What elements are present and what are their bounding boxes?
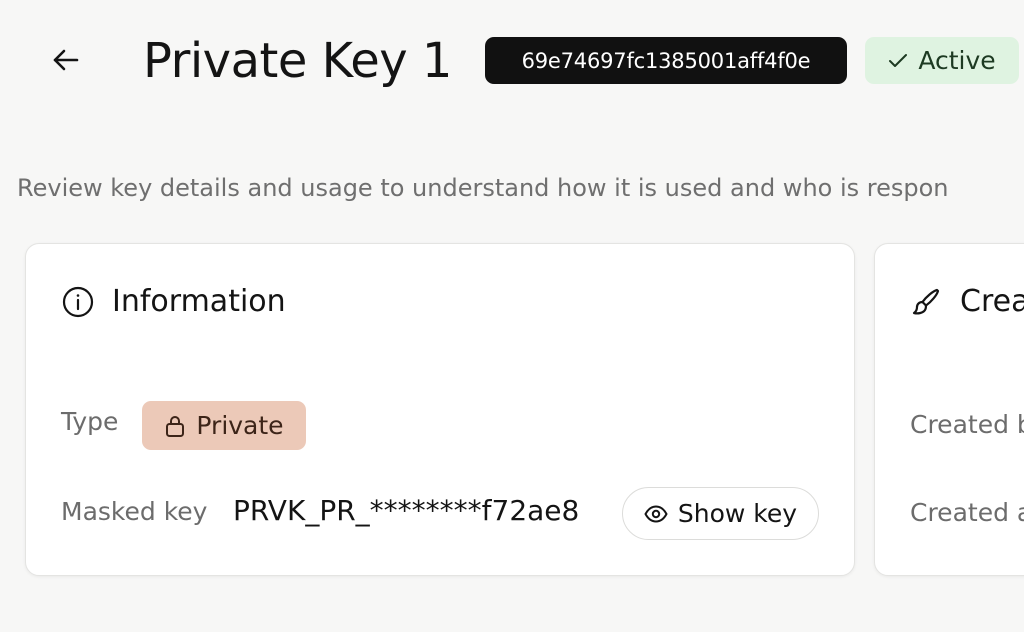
- created-by-label: Created b: [910, 410, 1024, 439]
- information-card-title: Information: [112, 284, 286, 319]
- type-value: Private: [196, 411, 284, 440]
- key-detail-page: Private Key 1 69e74697fc1385001aff4f0e A…: [0, 0, 1024, 632]
- status-badge: Active: [865, 37, 1019, 84]
- show-key-button[interactable]: Show key: [622, 487, 819, 540]
- type-badge: Private: [142, 401, 306, 450]
- information-card: Information Type Private Masked key PRVK…: [25, 243, 855, 576]
- masked-key-value: PRVK_PR_********f72ae8: [233, 494, 580, 527]
- info-icon: [62, 286, 94, 318]
- show-key-label: Show key: [677, 499, 798, 528]
- back-button[interactable]: [44, 38, 88, 82]
- status-label: Active: [918, 46, 996, 75]
- eye-icon: [644, 505, 668, 523]
- page-description: Review key details and usage to understa…: [17, 174, 949, 202]
- creation-card-title: Crea: [960, 284, 1024, 319]
- lock-icon: [164, 414, 186, 438]
- type-label: Type: [61, 407, 119, 436]
- masked-key-label: Masked key: [61, 497, 208, 526]
- brush-icon: [910, 286, 942, 318]
- creation-card: Crea Created b Created a: [874, 243, 1024, 576]
- arrow-left-icon: [52, 48, 80, 72]
- key-id-badge: 69e74697fc1385001aff4f0e: [485, 37, 847, 84]
- page-title: Private Key 1: [143, 33, 452, 89]
- check-icon: [888, 53, 908, 69]
- created-at-label: Created a: [910, 498, 1024, 527]
- creation-card-header: Crea: [910, 284, 1024, 319]
- information-card-header: Information: [62, 284, 286, 319]
